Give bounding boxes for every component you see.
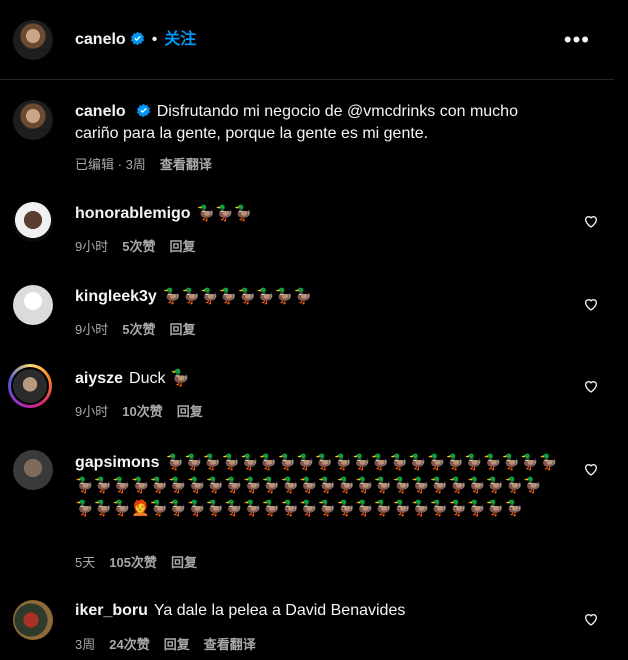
- comment-time[interactable]: 9小时: [75, 322, 108, 337]
- caption-time[interactable]: 3周: [126, 157, 146, 172]
- commenter-avatar[interactable]: [13, 202, 53, 242]
- like-heart-icon[interactable]: [583, 611, 599, 627]
- comment-text: Ya dale la pelea a David Benavides: [153, 602, 406, 619]
- comment-text: 🦆🦆🦆: [196, 205, 253, 222]
- commenter-username[interactable]: kingleek3y: [75, 288, 157, 305]
- commenter-username[interactable]: honorablemigo: [75, 205, 191, 222]
- translate-button[interactable]: 查看翻译: [204, 637, 256, 652]
- author-username[interactable]: canelo: [75, 31, 126, 48]
- comment-text-block: iker_boru Ya dale la pelea a David Benavi…: [75, 600, 555, 622]
- comment-time[interactable]: 3周: [75, 637, 95, 652]
- comment-meta: 3周 24次赞 回复 查看翻译: [75, 634, 270, 653]
- commenter-avatar: [13, 369, 47, 403]
- translate-button[interactable]: 查看翻译: [160, 157, 212, 172]
- comment-meta: 9小时 5次赞 回复: [75, 236, 209, 255]
- verified-badge-icon: [136, 103, 150, 118]
- commenter-avatar[interactable]: [13, 285, 53, 325]
- like-count[interactable]: 10次赞: [122, 404, 162, 419]
- comment-meta: 9小时 5次赞 回复: [75, 319, 209, 338]
- caption-meta: 已编辑 · 3周 查看翻译: [75, 154, 226, 173]
- comment-meta: 9小时 10次赞 回复: [75, 401, 217, 420]
- reply-button[interactable]: 回复: [177, 404, 203, 419]
- reply-button[interactable]: 回复: [169, 322, 195, 337]
- comment-time[interactable]: 9小时: [75, 239, 108, 254]
- commenter-avatar[interactable]: [13, 450, 53, 490]
- comment-text-block: honorablemigo 🦆🦆🦆: [75, 203, 555, 225]
- comment-text-block: kingleek3y 🦆🦆🦆🦆🦆🦆🦆🦆: [75, 286, 555, 308]
- reply-button[interactable]: 回复: [171, 555, 197, 570]
- time-separator: ·: [114, 157, 126, 172]
- commenter-avatar[interactable]: [13, 600, 53, 640]
- like-heart-icon[interactable]: [583, 461, 599, 477]
- post-header: canelo • 关注 •••: [0, 0, 614, 80]
- caption-text-block: canelo Disfrutando mi negocio de @vmcdrin…: [75, 101, 555, 145]
- comment-meta: 5天 105次赞 回复: [75, 552, 211, 571]
- more-options-icon[interactable]: •••: [564, 29, 590, 51]
- verified-badge-icon: [130, 31, 144, 46]
- comment-time[interactable]: 5天: [75, 555, 95, 570]
- separator-dot: •: [151, 31, 158, 48]
- like-count[interactable]: 5次赞: [122, 239, 155, 254]
- comment-text-block: gapsimons 🦆🦆🦆🦆🦆🦆🦆🦆🦆🦆🦆🦆🦆🦆🦆🦆🦆🦆🦆🦆🦆🦆🦆🦆🦆🦆🦆🦆🦆🦆🦆…: [75, 451, 560, 520]
- edited-label: 已编辑: [75, 157, 115, 172]
- commenter-username[interactable]: aiysze: [75, 370, 123, 387]
- like-heart-icon[interactable]: [583, 213, 599, 229]
- comment-text: 🦆🦆🦆🦆🦆🦆🦆🦆: [162, 288, 313, 305]
- comment-text: Duck 🦆: [129, 370, 190, 387]
- reply-button[interactable]: 回复: [169, 239, 195, 254]
- commenter-username[interactable]: gapsimons: [75, 454, 159, 471]
- like-count[interactable]: 24次赞: [109, 637, 149, 652]
- comment-text-block: aiysze Duck 🦆: [75, 368, 555, 390]
- like-heart-icon[interactable]: [583, 296, 599, 312]
- like-count[interactable]: 5次赞: [122, 322, 155, 337]
- like-heart-icon[interactable]: [583, 378, 599, 394]
- author-avatar[interactable]: [13, 20, 53, 60]
- commenter-username[interactable]: iker_boru: [75, 602, 148, 619]
- reply-button[interactable]: 回复: [164, 637, 190, 652]
- caption-username[interactable]: canelo: [75, 103, 126, 120]
- comment-time[interactable]: 9小时: [75, 404, 108, 419]
- caption-avatar[interactable]: [13, 100, 53, 140]
- like-count[interactable]: 105次赞: [109, 555, 157, 570]
- commenter-avatar-story-ring[interactable]: [8, 364, 52, 408]
- follow-button[interactable]: 关注: [164, 31, 196, 48]
